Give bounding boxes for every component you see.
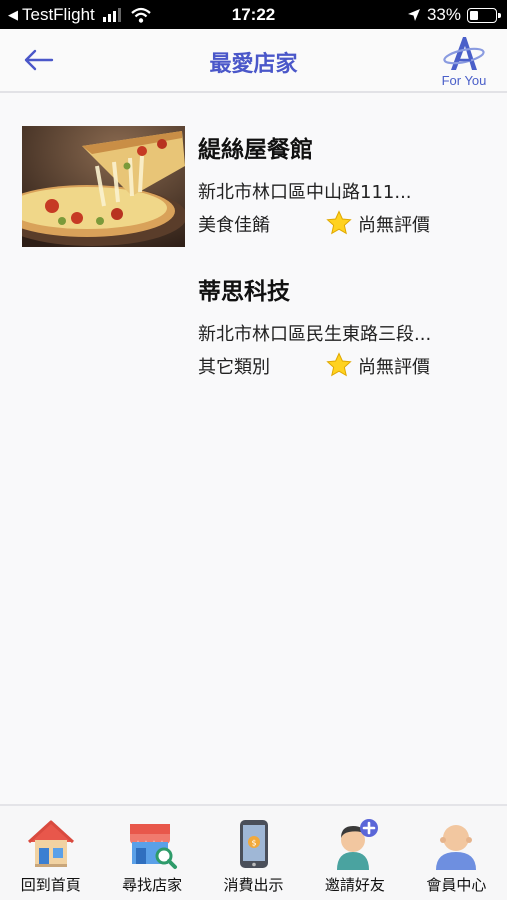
store-thumbnail bbox=[22, 126, 185, 247]
tab-home[interactable]: 回到首頁 bbox=[0, 806, 101, 900]
tab-payment[interactable]: $ 消費出示 bbox=[203, 806, 304, 900]
tab-find-store[interactable]: 尋找店家 bbox=[101, 806, 202, 900]
battery-icon bbox=[467, 7, 501, 23]
tab-label: 邀請好友 bbox=[324, 876, 385, 894]
app-logo: For You bbox=[439, 34, 489, 88]
store-search-icon bbox=[130, 824, 178, 869]
home-icon bbox=[27, 820, 74, 867]
tab-label: 回到首頁 bbox=[20, 876, 81, 894]
battery-fill bbox=[470, 10, 478, 20]
store-address: 新北市林口區中山路111... bbox=[198, 182, 412, 203]
nav-header: 最愛店家 For You bbox=[0, 29, 507, 93]
store-name: 蒂思科技 bbox=[198, 279, 290, 305]
page-title: 最愛店家 bbox=[209, 52, 298, 77]
status-bar-right: 33% bbox=[407, 5, 501, 25]
invite-friend-icon bbox=[336, 819, 378, 870]
store-list-item[interactable]: 緹絲屋餐館 新北市林口區中山路111... 美食佳餚 尚無評價 bbox=[0, 126, 507, 256]
store-list-item[interactable]: 蒂思科技 新北市林口區民生東路三段... 其它類別 尚無評價 bbox=[0, 268, 507, 398]
store-category: 美食佳餚 bbox=[198, 215, 270, 236]
battery-percent: 33% bbox=[426, 5, 461, 24]
star-icon bbox=[326, 352, 352, 377]
location-arrow-icon bbox=[407, 9, 420, 21]
store-category: 其它類別 bbox=[198, 357, 270, 378]
status-bar: ◀ TestFlight 17:22 33% bbox=[0, 0, 507, 29]
tab-label: 尋找店家 bbox=[122, 876, 183, 894]
pizza-photo-icon bbox=[22, 126, 185, 247]
bottom-tab-bar: 回到首頁 尋找店家 $ 消費出示 邀請好友 會員中心 bbox=[0, 804, 507, 900]
svg-text:$: $ bbox=[251, 839, 256, 848]
tab-label: 會員中心 bbox=[426, 876, 487, 894]
store-rating: 尚無評價 bbox=[358, 357, 430, 378]
tab-label: 消費出示 bbox=[223, 876, 284, 894]
member-icon bbox=[436, 825, 477, 870]
store-rating: 尚無評價 bbox=[358, 215, 430, 236]
logo-text: For You bbox=[441, 73, 487, 88]
phone-payment-icon: $ bbox=[239, 820, 268, 868]
store-address: 新北市林口區民生東路三段... bbox=[198, 324, 432, 345]
tab-member-center[interactable]: 會員中心 bbox=[406, 806, 507, 900]
store-name: 緹絲屋餐館 bbox=[198, 137, 313, 163]
star-icon bbox=[326, 210, 352, 235]
logo-mark-icon bbox=[443, 37, 485, 70]
tab-invite-friends[interactable]: 邀請好友 bbox=[304, 806, 405, 900]
